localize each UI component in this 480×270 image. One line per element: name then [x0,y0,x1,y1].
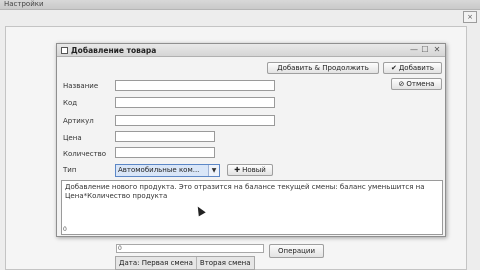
name-input[interactable] [115,80,275,91]
new-type-button[interactable]: ✚ Новый [227,164,273,176]
quantity-input[interactable] [115,147,215,158]
operations-button[interactable]: Операции [269,244,324,258]
main-window-titlebar: Настройки [0,0,480,10]
dialog-title: Добавление товара [71,46,157,55]
chevron-down-icon[interactable]: ▼ [208,165,219,176]
code-input[interactable] [115,97,275,108]
minimize-button[interactable]: — [409,45,419,55]
price-label: Цена [63,134,82,142]
article-label: Артикул [63,117,94,125]
main-window-close-button[interactable]: × [463,11,477,23]
add-button[interactable]: ✔ Добавить [383,62,442,74]
add-label: Добавить [398,64,435,72]
cancel-label: Отмена [406,80,435,88]
tab-second-shift[interactable]: Вторая смена [197,257,254,269]
main-window-title: Настройки [4,0,44,8]
quantity-label: Количество [63,150,107,158]
type-label: Тип [63,166,77,174]
description-corner: 0 [63,226,67,233]
description-textarea[interactable]: Добавление нового продукта. Это отразитс… [61,180,443,235]
article-input[interactable] [115,115,275,126]
cancel-button[interactable]: ⊘ Отмена [391,78,442,90]
maximize-button[interactable]: ☐ [420,45,430,55]
name-label: Название [63,82,99,90]
add-and-continue-button[interactable]: Добавить & Продолжить [267,62,379,74]
code-label: Код [63,99,78,107]
new-type-label: Новый [242,166,266,174]
add-product-dialog: Добавление товара — ☐ ✕ Добавить & Продо… [56,43,446,237]
type-select[interactable]: Автомобильные ком... ▼ [115,164,220,177]
shift-tabs: Дата: Первая смена Вторая смена [115,256,255,270]
description-text: Добавление нового продукта. Это отразитс… [65,183,425,200]
tab-first-shift[interactable]: Дата: Первая смена [116,257,197,269]
add-and-continue-label: Добавить & Продолжить [277,64,369,72]
app-icon [61,47,68,54]
close-button[interactable]: ✕ [432,45,442,55]
progress-text: 0 [118,245,122,252]
cancel-circle-icon: ⊘ [398,80,405,88]
progress-bar: 0 [116,244,264,253]
dialog-titlebar[interactable]: Добавление товара — ☐ ✕ [57,44,445,57]
plus-icon: ✚ [234,166,241,174]
price-input[interactable] [115,131,215,142]
check-icon: ✔ [390,64,397,72]
type-select-value: Автомобильные ком... [118,166,200,174]
